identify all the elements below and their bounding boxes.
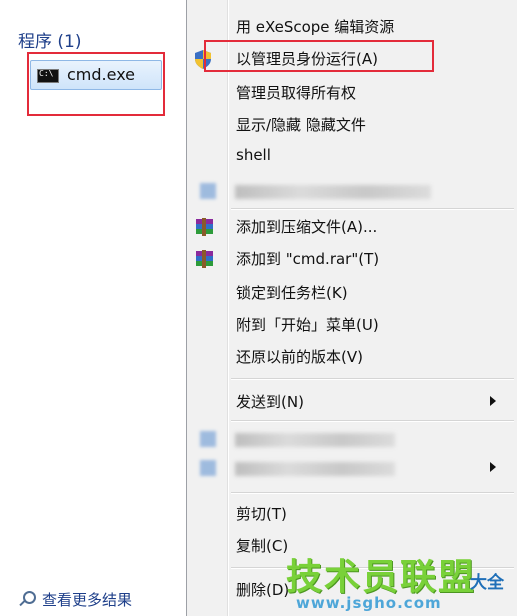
blurred-icon [200,431,216,447]
blurred-label [235,433,395,447]
winrar-icon [196,250,213,268]
menu-item-label: 锁定到任务栏(K) [236,284,348,302]
menu-item-take-ownership[interactable]: 管理员取得所有权 [187,77,517,109]
menu-item-add-to-archive[interactable]: 添加到压缩文件(A)... [187,211,517,243]
menu-item-label: 剪切(T) [236,505,287,523]
menu-item-blurred[interactable] [187,175,517,207]
menu-item-exescope[interactable]: 用 eXeScope 编辑资源 [187,11,517,43]
menu-item-label: 还原以前的版本(V) [236,348,363,366]
menu-item-label: 删除(D) [236,581,290,599]
menu-item-label: shell [236,146,271,164]
menu-item-label: 管理员取得所有权 [236,84,357,102]
menu-item-pin-taskbar[interactable]: 锁定到任务栏(K) [187,277,517,309]
blurred-label [235,462,395,476]
menu-item-show-hide-files[interactable]: 显示/隐藏 隐藏文件 [187,109,517,141]
start-menu-results-panel: 程序 (1) cmd.exe 查看更多结果 [0,0,186,616]
see-more-results-link[interactable]: 查看更多结果 [18,588,132,610]
menu-separator [231,208,514,210]
blurred-label [235,185,431,199]
menu-item-label: 添加到 "cmd.rar"(T) [236,250,380,268]
menu-item-label: 显示/隐藏 隐藏文件 [236,116,366,134]
blurred-icon [200,460,216,476]
see-more-label: 查看更多结果 [42,590,133,609]
menu-separator [231,492,514,494]
watermark-url: www.jsgho.com [296,594,442,612]
menu-item-label: 发送到(N) [236,393,304,411]
menu-item-shell[interactable]: shell [187,141,517,173]
watermark-logo: 技术员联盟 [286,557,477,598]
watermark-tail: 大全 [470,573,504,593]
menu-item-label: 用 eXeScope 编辑资源 [236,18,395,36]
submenu-arrow-icon [490,462,496,472]
programs-group-header[interactable]: 程序 (1) [18,27,81,52]
winrar-icon [196,218,213,236]
context-menu: 用 eXeScope 编辑资源 以管理员身份运行(A) 管理员取得所有权 显示/… [186,0,517,616]
menu-item-blurred-submenu[interactable] [187,452,517,484]
menu-item-label: 复制(C) [236,537,289,555]
submenu-arrow-icon [490,396,496,406]
highlight-box-run-as-admin [204,40,434,72]
blurred-icon [200,183,216,199]
menu-separator [231,378,514,380]
highlight-box-program [27,52,165,116]
menu-item-cut[interactable]: 剪切(T) [187,498,517,530]
menu-item-add-to-rar[interactable]: 添加到 "cmd.rar"(T) [187,243,517,275]
menu-item-send-to[interactable]: 发送到(N) [187,386,517,418]
search-icon [18,590,36,608]
menu-item-restore-versions[interactable]: 还原以前的版本(V) [187,341,517,373]
menu-item-label: 添加到压缩文件(A)... [236,218,378,236]
menu-separator [231,420,514,422]
menu-item-label: 附到「开始」菜单(U) [236,316,379,334]
menu-item-pin-start[interactable]: 附到「开始」菜单(U) [187,309,517,341]
